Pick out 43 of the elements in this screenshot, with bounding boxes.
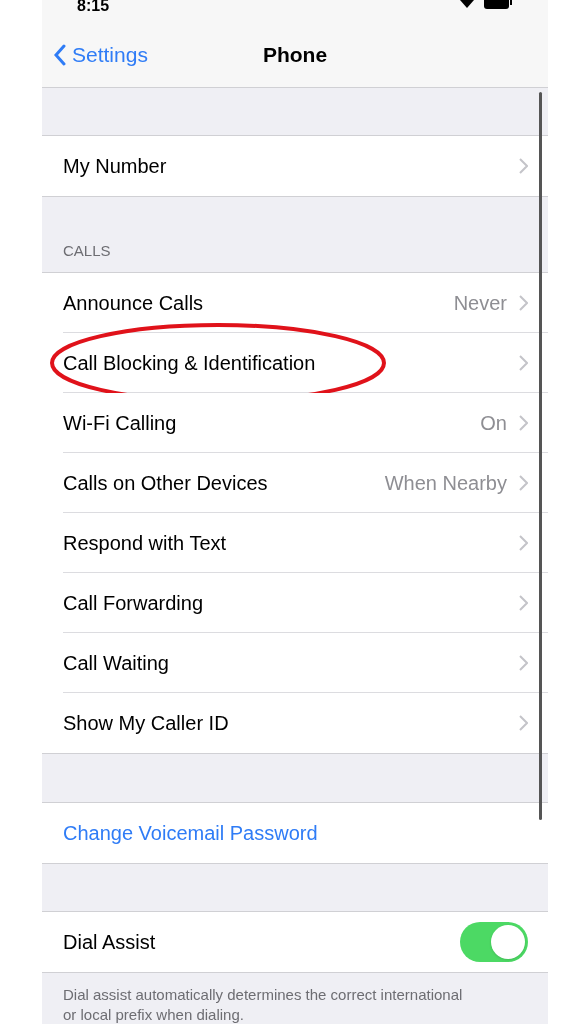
row-label: Call Blocking & Identification <box>63 350 316 376</box>
row-link: Change Voicemail Password <box>63 821 318 846</box>
settings-row[interactable]: Calls on Other Devices When Nearby <box>42 453 548 513</box>
section-header: CALLS <box>63 240 111 261</box>
row-value: Never <box>453 290 507 316</box>
settings-row[interactable]: Dial Assist <box>42 912 548 972</box>
chevron-icon <box>519 474 528 491</box>
page-title: Phone <box>262 41 328 68</box>
chevron-icon <box>519 158 528 174</box>
row-value: On <box>480 410 507 436</box>
back-button[interactable]: Settings <box>42 38 148 71</box>
battery-icon <box>483 0 513 10</box>
settings-row[interactable]: Change Voicemail Password <box>42 803 548 863</box>
row-label: Respond with Text <box>63 530 227 556</box>
settings-row[interactable]: Wi-Fi Calling On <box>42 393 548 453</box>
row-label: Call Waiting <box>63 650 169 676</box>
row-label: Call Forwarding <box>63 590 204 616</box>
row-label: My Number <box>63 154 167 179</box>
settings-row[interactable]: Call Blocking & Identification <box>42 333 548 393</box>
row-label: Wi-Fi Calling <box>63 410 177 436</box>
chevron-icon <box>519 354 528 371</box>
row-label: Show My Caller ID <box>63 711 229 736</box>
settings-row[interactable]: Announce Calls Never <box>42 273 548 333</box>
toggle-switch[interactable] <box>460 922 528 962</box>
chevron-icon <box>519 654 528 671</box>
row-label: Dial Assist <box>63 930 156 955</box>
chevron-icon <box>519 715 528 731</box>
chevron-icon <box>519 414 528 431</box>
settings-row[interactable]: Respond with Text <box>42 513 548 573</box>
back-chevron-icon <box>54 43 66 66</box>
chevron-icon <box>519 534 528 551</box>
settings-row[interactable]: Call Waiting <box>42 633 548 693</box>
wifi-icon <box>459 0 475 8</box>
settings-row[interactable]: Call Forwarding <box>42 573 548 633</box>
settings-row[interactable]: Show My Caller ID <box>42 693 548 753</box>
settings-row[interactable]: My Number <box>42 136 548 196</box>
chevron-icon <box>519 594 528 611</box>
status-time: 8:15 <box>77 0 110 15</box>
chevron-icon <box>519 294 528 311</box>
footer-note: Dial assist automatically determines the correct international or local prefix when dialing. <box>62 985 464 1024</box>
row-value: When Nearby <box>384 470 507 496</box>
row-label: Calls on Other Devices <box>63 470 268 496</box>
row-label: Announce Calls <box>63 290 204 316</box>
